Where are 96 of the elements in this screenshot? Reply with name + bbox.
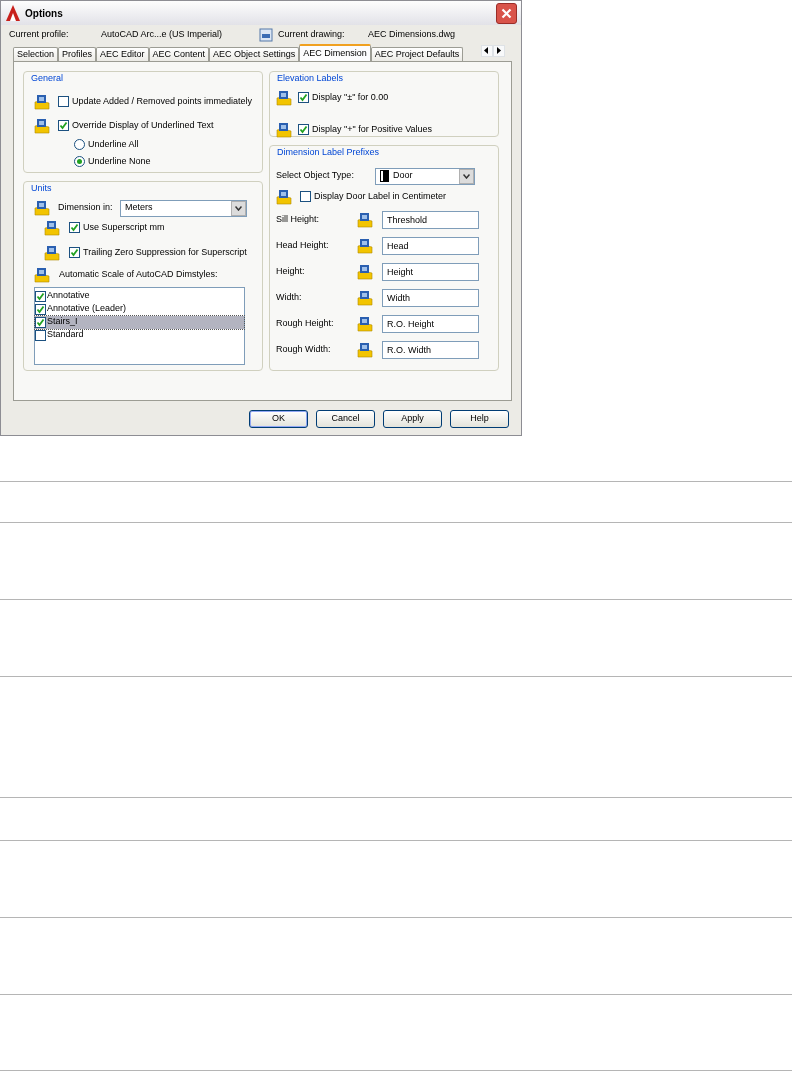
- text-field[interactable]: R.O. Width: [382, 340, 479, 359]
- checkbox-label: Display "+" for Positive Values: [312, 122, 433, 136]
- radio-label: Underline None: [88, 155, 151, 168]
- list-item-label: Standard: [47, 328, 84, 342]
- checkbox[interactable]: [69, 222, 80, 233]
- app-icon: [5, 4, 21, 22]
- radio-label: Underline All: [88, 137, 139, 151]
- group-title: General: [30, 73, 65, 84]
- folder-icon: [276, 121, 292, 138]
- tab[interactable]: AEC Object Settings: [209, 47, 300, 61]
- field-label: Height:: [276, 264, 306, 278]
- field-label: Rough Width:: [276, 342, 332, 356]
- group-title: Dimension Label Prefixes: [276, 147, 381, 158]
- dropdown[interactable]: Door: [375, 167, 475, 185]
- checkbox-label: Update Added / Removed points immediately: [72, 94, 253, 108]
- field-label: Automatic Scale of AutoCAD Dimstyles:: [59, 267, 218, 281]
- checkbox[interactable]: [35, 316, 46, 328]
- field-label: Head Height:: [276, 238, 330, 252]
- checkbox-label: Display Door Label in Centimeter: [314, 189, 447, 203]
- text-field[interactable]: R.O. Height: [382, 314, 479, 333]
- tab[interactable]: Selection: [13, 47, 59, 61]
- folder-icon: [34, 117, 50, 134]
- folder-icon: [357, 315, 373, 332]
- tab[interactable]: AEC Editor: [96, 47, 149, 61]
- drawing-value: AEC Dimensions.dwg: [368, 27, 456, 41]
- folder-icon: [44, 244, 60, 261]
- close-icon: [501, 7, 512, 19]
- tab[interactable]: AEC Content: [148, 47, 210, 61]
- folder-icon: [357, 211, 373, 228]
- radio-button[interactable]: [74, 156, 85, 168]
- drawing-file-icon: [259, 27, 273, 42]
- tab[interactable]: AEC Dimension: [299, 44, 371, 61]
- field-label: Sill Height:: [276, 212, 321, 226]
- checkbox[interactable]: [298, 124, 309, 135]
- checkbox[interactable]: [58, 96, 69, 107]
- close-button[interactable]: [496, 2, 517, 24]
- dialog-button[interactable]: Cancel: [316, 410, 375, 428]
- profile-label: Current profile:: [9, 27, 70, 41]
- scroll-right-button[interactable]: [493, 45, 505, 57]
- dropdown-value: Meters: [125, 201, 153, 215]
- group-title: Elevation Labels: [276, 73, 345, 84]
- list-item-label: Annotative: [47, 289, 90, 303]
- field-label: Select Object Type:: [276, 169, 355, 183]
- folder-icon: [276, 89, 292, 106]
- chevron-down-icon: [235, 205, 242, 211]
- folder-icon: [34, 200, 50, 216]
- list-item[interactable]: Stairs_I: [35, 315, 244, 329]
- folder-icon: [357, 237, 373, 254]
- chevron-down-icon: [463, 173, 470, 179]
- scroll-left-button[interactable]: [481, 45, 493, 57]
- left-arrow-icon: [482, 46, 491, 55]
- folder-icon: [34, 93, 50, 110]
- list-item[interactable]: Standard: [35, 328, 244, 342]
- text-field[interactable]: Head: [382, 236, 479, 255]
- folder-icon: [357, 341, 373, 358]
- text-field[interactable]: Width: [382, 288, 479, 307]
- list-item[interactable]: Annotative: [35, 289, 244, 303]
- dialog-button[interactable]: OK: [249, 410, 308, 428]
- field-label: Rough Height:: [276, 316, 335, 330]
- folder-icon: [357, 289, 373, 306]
- folder-icon: [357, 263, 373, 280]
- checkbox[interactable]: [298, 92, 309, 103]
- dialog-button[interactable]: Help: [450, 410, 509, 428]
- checkbox[interactable]: [69, 247, 80, 258]
- right-arrow-icon: [494, 46, 503, 55]
- checkbox-label: Override Display of Underlined Text: [72, 118, 214, 132]
- dimstyle-list[interactable]: Annotative Annotative (Leader) Stairs_I Standard: [34, 286, 245, 365]
- tab[interactable]: Profiles: [58, 47, 97, 61]
- checkbox[interactable]: [300, 191, 311, 202]
- folder-icon: [34, 266, 50, 283]
- list-item[interactable]: Annotative (Leader): [35, 302, 244, 316]
- list-item-label: Stairs_I: [47, 315, 78, 329]
- profile-value: AutoCAD Arc...e (US Imperial): [101, 27, 224, 41]
- dropdown[interactable]: Meters: [120, 199, 247, 217]
- tab[interactable]: AEC Project Defaults: [370, 47, 464, 61]
- checkbox[interactable]: [58, 120, 69, 131]
- text-field[interactable]: Height: [382, 262, 479, 281]
- checkbox-label: Trailing Zero Suppression for Superscript: [83, 245, 247, 259]
- text-field[interactable]: Threshold: [382, 210, 479, 229]
- list-item-label: Annotative (Leader): [47, 302, 127, 316]
- checkbox[interactable]: [35, 290, 46, 302]
- field-label: Width:: [276, 290, 303, 304]
- folder-icon: [44, 219, 60, 236]
- checkbox-label: Display "±" for 0.00: [312, 90, 389, 104]
- checkbox[interactable]: [35, 303, 46, 315]
- dialog-button[interactable]: Apply: [383, 410, 442, 428]
- door-icon: [380, 170, 389, 182]
- radio-button[interactable]: [74, 138, 85, 150]
- drawing-label: Current drawing:: [278, 27, 346, 41]
- dropdown-value: Door: [393, 169, 413, 183]
- field-label: Dimension in:: [58, 201, 114, 215]
- checkbox-label: Use Superscript mm: [83, 220, 165, 234]
- checkbox[interactable]: [35, 329, 46, 341]
- group-title: Units: [30, 183, 53, 194]
- window-title: Options: [25, 6, 64, 21]
- folder-icon: [276, 188, 292, 205]
